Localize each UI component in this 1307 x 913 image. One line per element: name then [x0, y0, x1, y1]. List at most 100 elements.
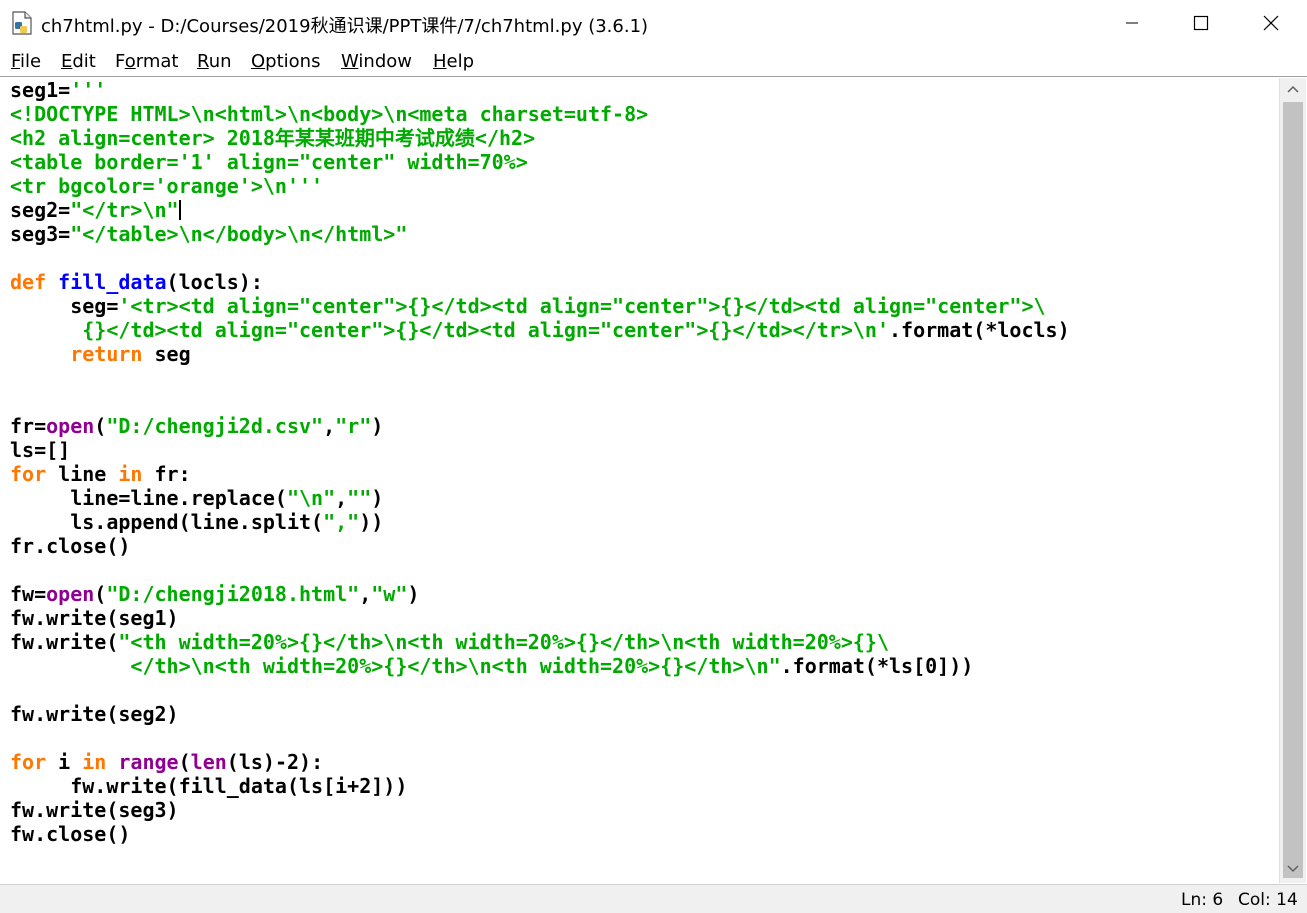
maximize-icon — [1193, 15, 1209, 31]
menu-window[interactable]: Window — [341, 51, 412, 72]
minimize-icon — [1126, 22, 1138, 24]
code-line[interactable]: def fill_data(locls): — [10, 270, 1278, 294]
code-token: fw.close() — [10, 822, 131, 846]
code-token: ( — [94, 582, 107, 606]
code-line[interactable]: fw.write(seg1) — [10, 606, 1278, 630]
menu-edit[interactable]: Edit — [61, 51, 96, 72]
code-token: .format(*ls[0])) — [780, 654, 974, 678]
code-token: in — [82, 750, 107, 774]
chevron-up-icon — [1287, 85, 1299, 93]
menu-bar: File Edit Format Run Options Window Help — [0, 46, 1307, 76]
code-token: ''' — [70, 78, 107, 102]
code-token: in — [118, 462, 143, 486]
code-token: open — [46, 414, 95, 438]
close-icon — [1263, 15, 1279, 31]
code-token: <!DOCTYPE HTML>\n<html>\n<body>\n<meta c… — [10, 102, 649, 126]
code-token: seg3= — [10, 222, 71, 246]
python-file-icon — [12, 11, 32, 35]
scroll-thumb[interactable] — [1283, 102, 1303, 878]
code-line[interactable]: fw.write("<th width=20%>{}</th>\n<th wid… — [10, 630, 1278, 654]
code-line[interactable]: fw.close() — [10, 822, 1278, 846]
code-token: fw.write(seg2) — [10, 702, 179, 726]
code-line[interactable] — [10, 726, 1278, 750]
code-line[interactable]: fw=open("D:/chengji2018.html","w") — [10, 582, 1278, 606]
code-token: fw.write(fill_data(ls[i+2])) — [10, 774, 408, 798]
code-token: "D:/chengji2d.csv" — [106, 414, 324, 438]
code-line[interactable]: {}</td><td align="center">{}</td><td ali… — [10, 318, 1278, 342]
text-cursor — [178, 200, 181, 220]
code-line[interactable] — [10, 390, 1278, 414]
code-token: ) — [407, 582, 420, 606]
code-token: <table border='1' align="center" width=7… — [10, 150, 528, 174]
code-token: ) — [371, 486, 384, 510]
code-token: "" — [347, 486, 372, 510]
code-token: {}</td><td align="center">{}</td><td ali… — [10, 318, 889, 342]
code-token: ( — [94, 414, 107, 438]
code-token: range — [118, 750, 179, 774]
code-token: ( — [178, 750, 191, 774]
vertical-scrollbar[interactable] — [1279, 78, 1306, 883]
maximize-button[interactable] — [1178, 0, 1224, 46]
minimize-button[interactable] — [1109, 0, 1155, 46]
menu-options[interactable]: Options — [251, 51, 320, 72]
code-token: fw= — [10, 582, 47, 606]
code-line[interactable]: <table border='1' align="center" width=7… — [10, 150, 1278, 174]
code-line[interactable] — [10, 366, 1278, 390]
code-line[interactable]: </th>\n<th width=20%>{}</th>\n<th width=… — [10, 654, 1278, 678]
line-number: Ln: 6 — [1181, 890, 1224, 910]
code-line[interactable]: ls.append(line.split(",")) — [10, 510, 1278, 534]
code-line[interactable]: return seg — [10, 342, 1278, 366]
code-token: fr= — [10, 414, 47, 438]
code-line[interactable]: <tr bgcolor='orange'>\n''' — [10, 174, 1278, 198]
code-line[interactable]: seg1=''' — [10, 78, 1278, 102]
code-token: len — [190, 750, 227, 774]
code-line[interactable]: fr.close() — [10, 534, 1278, 558]
code-line[interactable]: fw.write(seg2) — [10, 702, 1278, 726]
code-token: "\n" — [286, 486, 336, 510]
chevron-down-icon — [1287, 865, 1299, 873]
code-token: fill_data — [58, 270, 167, 294]
code-line[interactable]: line=line.replace("\n","") — [10, 486, 1278, 510]
menu-format[interactable]: Format — [115, 51, 178, 72]
code-line[interactable]: seg='<tr><td align="center">{}</td><td a… — [10, 294, 1278, 318]
code-token: i — [46, 750, 83, 774]
menu-file[interactable]: File — [11, 51, 41, 72]
code-line[interactable] — [10, 678, 1278, 702]
menu-run[interactable]: Run — [197, 51, 232, 72]
scroll-down-button[interactable] — [1280, 858, 1306, 880]
code-line[interactable]: seg2="</tr>\n" — [10, 198, 1278, 222]
code-token: seg — [142, 342, 191, 366]
code-line[interactable] — [10, 558, 1278, 582]
code-token: "w" — [371, 582, 408, 606]
code-line[interactable]: fw.write(fill_data(ls[i+2])) — [10, 774, 1278, 798]
close-button[interactable] — [1248, 0, 1294, 46]
code-token: '<tr><td align="center">{}</td><td align… — [118, 294, 1046, 318]
code-token: (locls): — [166, 270, 263, 294]
code-line[interactable]: for i in range(len(ls)-2): — [10, 750, 1278, 774]
code-token: def — [10, 270, 59, 294]
code-token: </th>\n<th width=20%>{}</th>\n<th width=… — [10, 654, 781, 678]
code-token: ) — [371, 414, 384, 438]
code-line[interactable]: ls=[] — [10, 438, 1278, 462]
code-editor[interactable]: seg1=''' <!DOCTYPE HTML>\n<html>\n<body>\… — [10, 78, 1278, 878]
code-token: seg2= — [10, 198, 71, 222]
code-line[interactable]: for line in fr: — [10, 462, 1278, 486]
code-token: fw.write( — [10, 630, 119, 654]
code-token: ls=[] — [10, 438, 71, 462]
code-token: for — [10, 462, 47, 486]
code-line[interactable]: <h2 align=center> 2018年某某班期中考试成绩</h2> — [10, 126, 1278, 150]
code-token: "<th width=20%>{}</th>\n<th width=20%>{}… — [118, 630, 889, 654]
code-token: (ls)-2): — [226, 750, 324, 774]
code-line[interactable] — [10, 246, 1278, 270]
code-line[interactable]: <!DOCTYPE HTML>\n<html>\n<body>\n<meta c… — [10, 102, 1278, 126]
code-line[interactable]: seg3="</table>\n</body>\n</html>" — [10, 222, 1278, 246]
scroll-up-button[interactable] — [1280, 78, 1306, 100]
code-token: "</table>\n</body>\n</html>" — [70, 222, 408, 246]
code-token: fw.write(seg1) — [10, 606, 179, 630]
code-token: fr: — [142, 462, 191, 486]
menu-help[interactable]: Help — [433, 51, 474, 72]
code-token: <h2 align=center> 2018年某某班期中考试成绩</h2> — [10, 126, 536, 150]
code-line[interactable]: fr=open("D:/chengji2d.csv","r") — [10, 414, 1278, 438]
code-line[interactable]: fw.write(seg3) — [10, 798, 1278, 822]
